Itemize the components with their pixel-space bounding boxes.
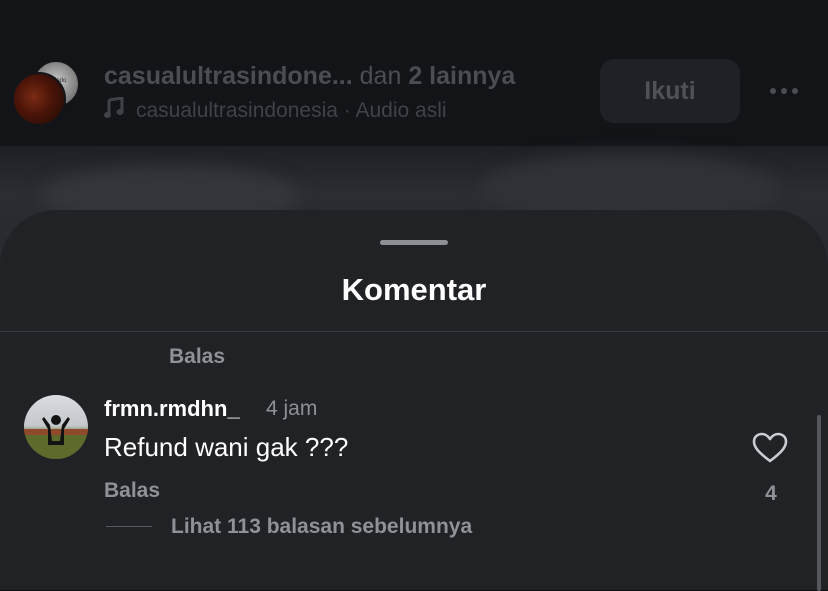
like-count: 4 — [765, 482, 777, 505]
music-note-icon — [104, 96, 124, 125]
author-name[interactable]: casualultrasindone... — [104, 62, 353, 90]
more-options-icon[interactable] — [762, 76, 806, 106]
post-header: ass indo casualultrasindone... dan 2 lai… — [0, 0, 828, 146]
comment-username[interactable]: frmn.rmdhn_ — [104, 396, 240, 422]
heart-icon[interactable] — [752, 432, 790, 466]
author-others[interactable]: 2 lainnya — [408, 62, 515, 90]
sheet-grabber[interactable] — [380, 240, 448, 245]
previous-reply-button[interactable]: Balas — [169, 345, 225, 369]
thread-line — [106, 526, 152, 527]
author-line[interactable]: casualultrasindone... dan 2 lainnya — [104, 62, 515, 91]
author-avatar — [12, 72, 66, 126]
sheet-divider — [0, 331, 828, 332]
comment-timestamp: 4 jam — [266, 397, 318, 420]
comment-text: Refund wani gak ??? — [104, 432, 349, 462]
sheet-title: Komentar — [341, 272, 487, 307]
commenter-avatar[interactable] — [24, 395, 88, 459]
author-joiner: dan — [359, 62, 402, 90]
audio-label[interactable]: casualultrasindonesia · Audio asli — [136, 99, 447, 123]
author-avatars[interactable]: ass indo — [12, 58, 80, 126]
audio-line[interactable]: casualultrasindonesia · Audio asli — [104, 96, 447, 125]
comments-sheet: Komentar Balas frmn.rmdhn_ 4 jam Refund … — [0, 210, 828, 591]
scrollbar[interactable] — [817, 415, 821, 591]
reply-button[interactable]: Balas — [104, 479, 160, 503]
view-replies-button[interactable]: Lihat 113 balasan sebelumnya — [171, 515, 472, 539]
follow-button[interactable]: Ikuti — [600, 59, 740, 123]
